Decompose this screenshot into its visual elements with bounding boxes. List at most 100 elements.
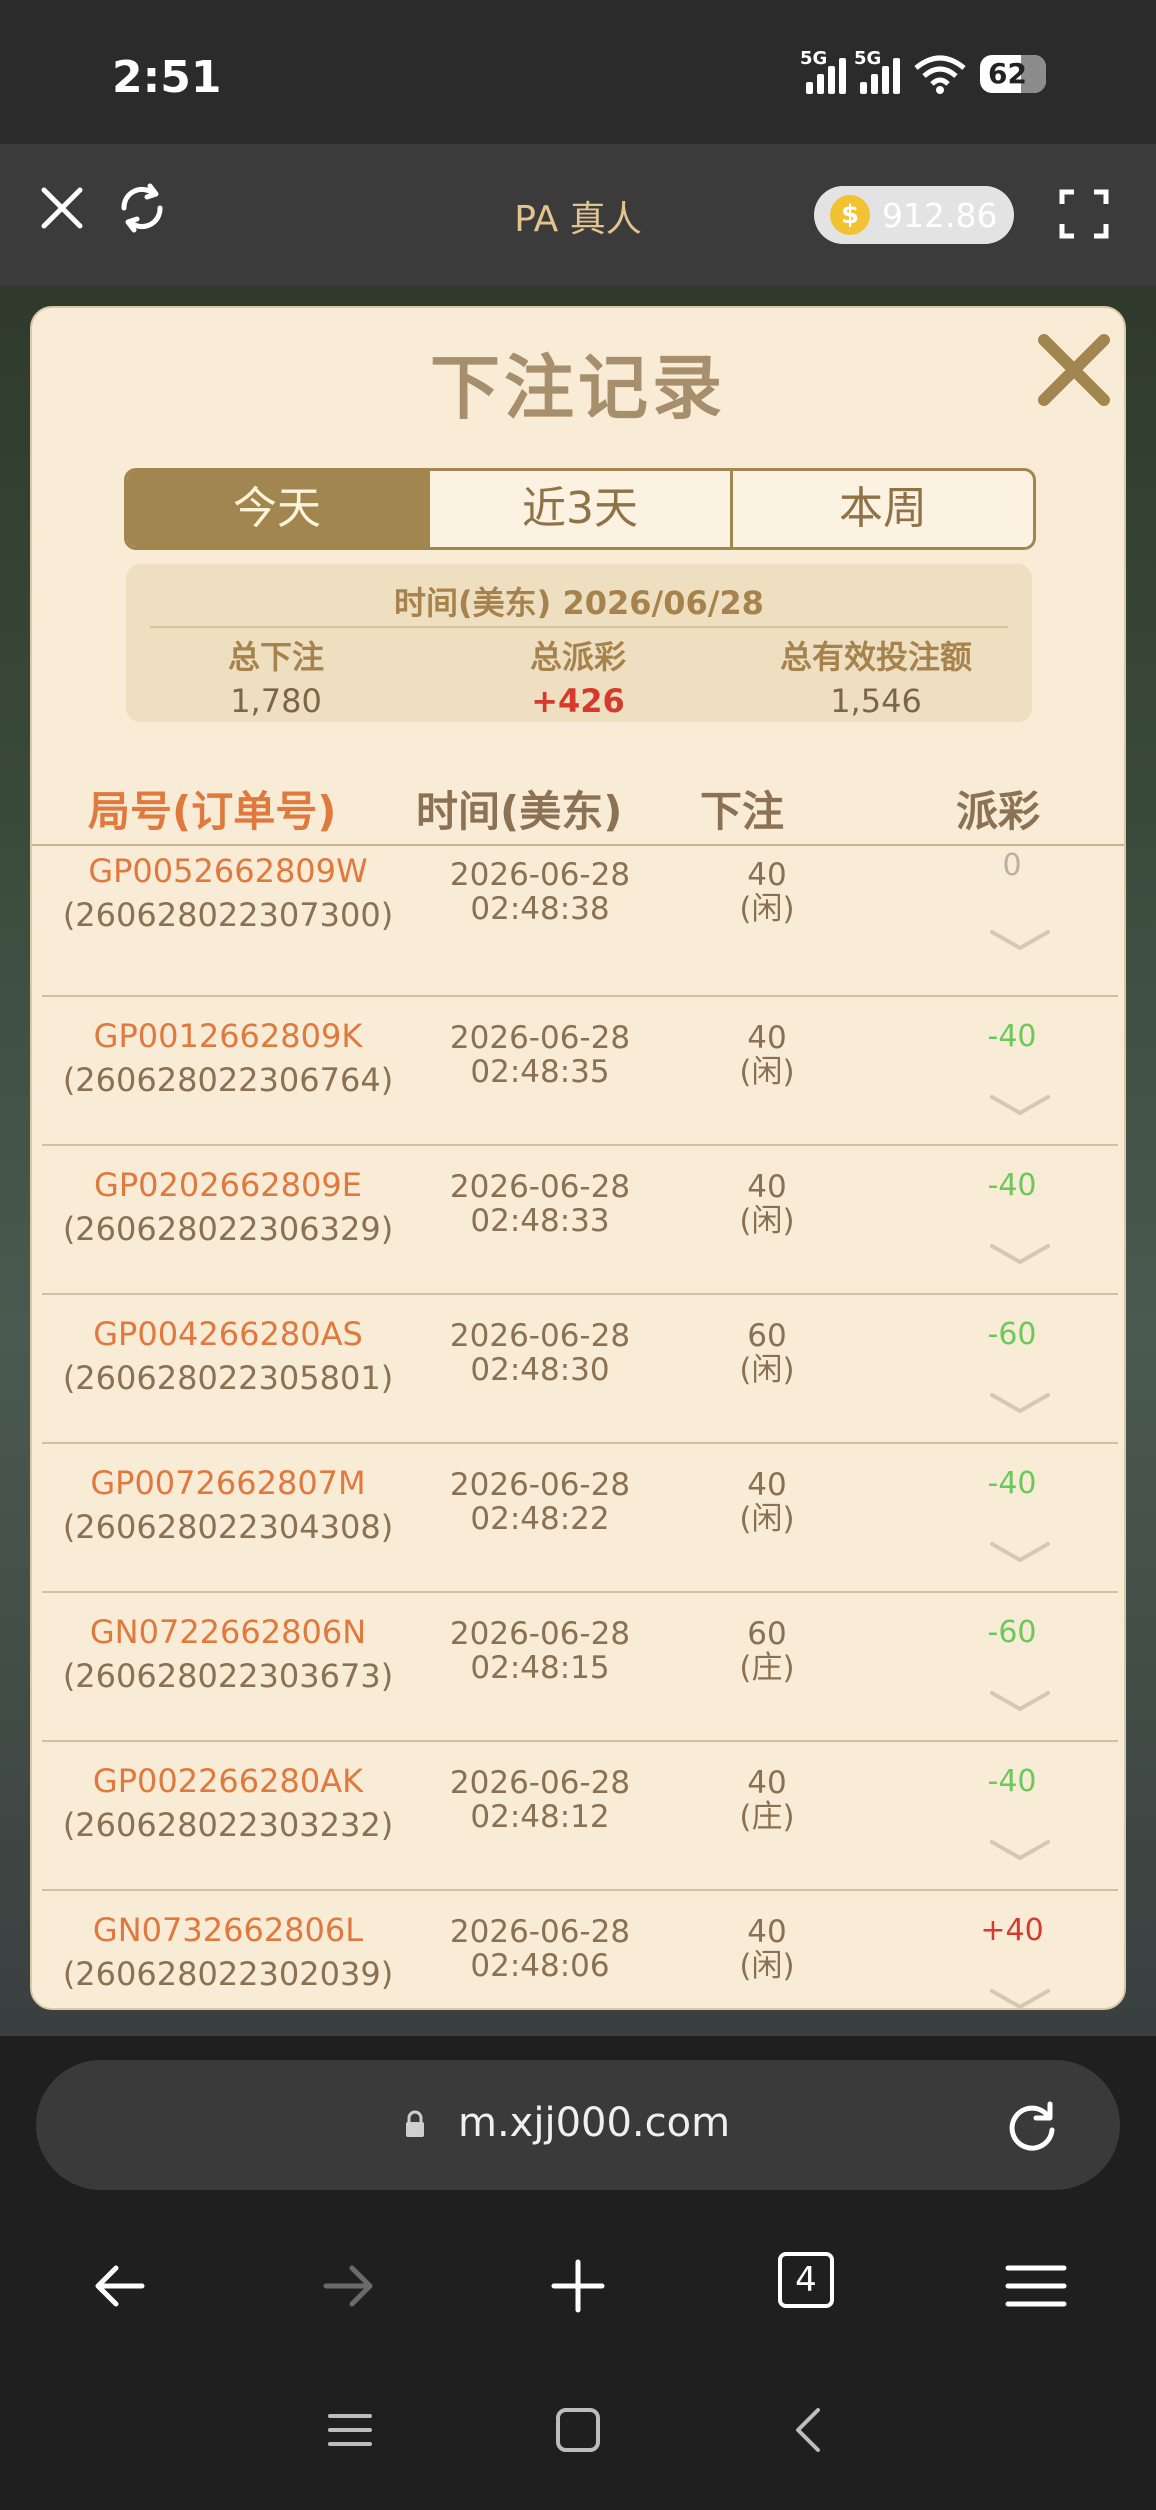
bet-date: 2026-06-28 (449, 1318, 631, 1354)
bet-side: (庄) (739, 1799, 795, 1835)
total-bet-label: 总下注 (227, 638, 324, 676)
order-number: (260628022302039) (62, 1955, 394, 1993)
bet-date: 2026-06-28 (449, 1914, 631, 1950)
col-bet: 下注 (700, 787, 785, 836)
bet-side: (闲) (739, 1352, 795, 1388)
bet-side: (闲) (739, 1054, 795, 1090)
coin-icon: $ (830, 195, 870, 235)
table-row[interactable]: GN0722662806N (260628022303673) 2026-06-… (42, 1593, 1118, 1742)
reload-icon[interactable] (1002, 2096, 1062, 2156)
bet-amount: 40 (747, 1169, 787, 1205)
tab-today[interactable]: 今天 (127, 471, 430, 547)
table-row[interactable]: GP0052662809W (260628022307300) 2026-06-… (42, 848, 1118, 997)
back-icon[interactable] (790, 2406, 826, 2454)
balance-value: 912.86 (882, 195, 998, 235)
app-header: PA 真人 $ 912.86 (0, 144, 1156, 286)
round-id: GN0722662806N (89, 1613, 367, 1651)
bet-amount: 60 (747, 1616, 787, 1652)
bet-date: 2026-06-28 (449, 1765, 631, 1801)
bet-time: 02:48:30 (470, 1352, 610, 1388)
table-row[interactable]: GN0732662806L (260628022302039) 2026-06-… (42, 1891, 1118, 2010)
col-time: 时间(美东) (416, 787, 623, 836)
col-round-id: 局号(订单号) (88, 787, 337, 836)
bet-cell: 60 (庄) (702, 1617, 832, 1685)
browser-chrome: m.xjj000.com 4 (0, 2036, 1156, 2510)
chevron-down-icon[interactable] (988, 928, 1052, 952)
time-cell: 2026-06-28 02:48:35 (420, 1021, 660, 1089)
bet-cell: 40 (闲) (702, 858, 832, 926)
round-cell: GP0202662809E (260628022306329) (42, 1166, 414, 1248)
status-time: 2:51 (112, 52, 222, 103)
url-bar[interactable]: m.xjj000.com (36, 2060, 1120, 2190)
chevron-down-icon[interactable] (988, 1987, 1052, 2010)
bet-date: 2026-06-28 (449, 1020, 631, 1056)
round-id: GP0052662809W (88, 852, 368, 890)
back-arrow-icon[interactable] (88, 2254, 152, 2318)
browser-nav-bar: 4 (0, 2232, 1156, 2342)
battery-icon: 62 (980, 55, 1046, 93)
total-valid-label: 总有效投注额 (779, 638, 972, 676)
chevron-down-icon[interactable] (988, 1391, 1052, 1415)
total-bet: 总下注 1,780 (126, 632, 426, 720)
payout-value: 0 (1002, 848, 1022, 883)
bet-cell: 60 (闲) (702, 1319, 832, 1387)
order-number: (260628022303232) (62, 1806, 394, 1844)
chevron-down-icon[interactable] (988, 1242, 1052, 1266)
table-row[interactable]: GP0072662807M (260628022304308) 2026-06-… (42, 1444, 1118, 1593)
total-bet-value: 1,780 (230, 682, 322, 720)
chevron-down-icon[interactable] (988, 1540, 1052, 1564)
url-text: m.xjj000.com (458, 2100, 731, 2146)
modal-title: 下注记录 (430, 347, 726, 429)
table-header: 局号(订单号) 时间(美东) 下注 派彩 (32, 768, 1124, 846)
order-number: (260628022305801) (62, 1359, 394, 1397)
table-row[interactable]: GP004266280AS (260628022305801) 2026-06-… (42, 1295, 1118, 1444)
tab-3days[interactable]: 近3天 (430, 471, 733, 547)
time-cell: 2026-06-28 02:48:30 (420, 1319, 660, 1387)
chevron-down-icon[interactable] (988, 1093, 1052, 1117)
tab-count-button[interactable]: 4 (778, 2252, 834, 2308)
balance-pill[interactable]: $ 912.86 (814, 186, 1014, 244)
time-cell: 2026-06-28 02:48:22 (420, 1468, 660, 1536)
table-row[interactable]: GP002266280AK (260628022303232) 2026-06-… (42, 1742, 1118, 1891)
forward-arrow-icon[interactable] (316, 2254, 380, 2318)
status-icons: 5G 5G 62 (800, 48, 1046, 94)
bet-time: 02:48:33 (470, 1203, 610, 1239)
network-label-2: 5G (854, 48, 882, 69)
order-number: (260628022303673) (62, 1657, 394, 1695)
new-tab-icon[interactable] (546, 2254, 610, 2318)
bet-amount: 40 (747, 1467, 787, 1503)
status-bar: 2:51 5G 5G 62 (0, 0, 1156, 144)
date-tabs: 今天 近3天 本周 (124, 468, 1036, 550)
modal-close-icon[interactable] (1034, 330, 1114, 410)
payout-value: -60 (987, 1615, 1037, 1650)
battery-level: 62 (988, 57, 1027, 90)
payout-value: -40 (987, 1466, 1037, 1501)
round-id: GN0732662806L (92, 1911, 364, 1949)
summary-panel: 时间(美东) 2026/06/28 总下注 1,780 总派彩 +426 总有效… (126, 564, 1032, 722)
time-cell: 2026-06-28 02:48:12 (420, 1766, 660, 1834)
menu-icon[interactable] (1004, 2254, 1068, 2318)
bet-time: 02:48:38 (470, 891, 610, 927)
chevron-down-icon[interactable] (988, 1838, 1052, 1862)
bet-amount: 40 (747, 1914, 787, 1950)
table-row[interactable]: GP0202662809E (260628022306329) 2026-06-… (42, 1146, 1118, 1295)
round-cell: GP002266280AK (260628022303232) (42, 1762, 414, 1844)
table-row[interactable]: GP0012662809K (260628022306764) 2026-06-… (42, 997, 1118, 1146)
bet-date: 2026-06-28 (449, 1467, 631, 1503)
summary-date: 时间(美东) 2026/06/28 (394, 584, 764, 622)
recent-apps-icon[interactable] (328, 2408, 372, 2452)
fullscreen-icon[interactable] (1058, 188, 1110, 240)
tab-this-week[interactable]: 本周 (733, 471, 1033, 547)
chevron-down-icon[interactable] (988, 1689, 1052, 1713)
bet-side: (闲) (739, 1501, 795, 1537)
home-icon[interactable] (554, 2406, 602, 2454)
signal-icon-2: 5G (854, 48, 900, 94)
round-cell: GP0012662809K (260628022306764) (42, 1017, 414, 1099)
bet-side: (庄) (739, 1650, 795, 1686)
round-cell: GP0072662807M (260628022304308) (42, 1464, 414, 1546)
payout-value: -40 (987, 1764, 1037, 1799)
col-payout: 派彩 (956, 787, 1041, 836)
round-id: GP0202662809E (94, 1166, 362, 1204)
bet-side: (闲) (739, 1203, 795, 1239)
payout-value: -40 (987, 1019, 1037, 1054)
